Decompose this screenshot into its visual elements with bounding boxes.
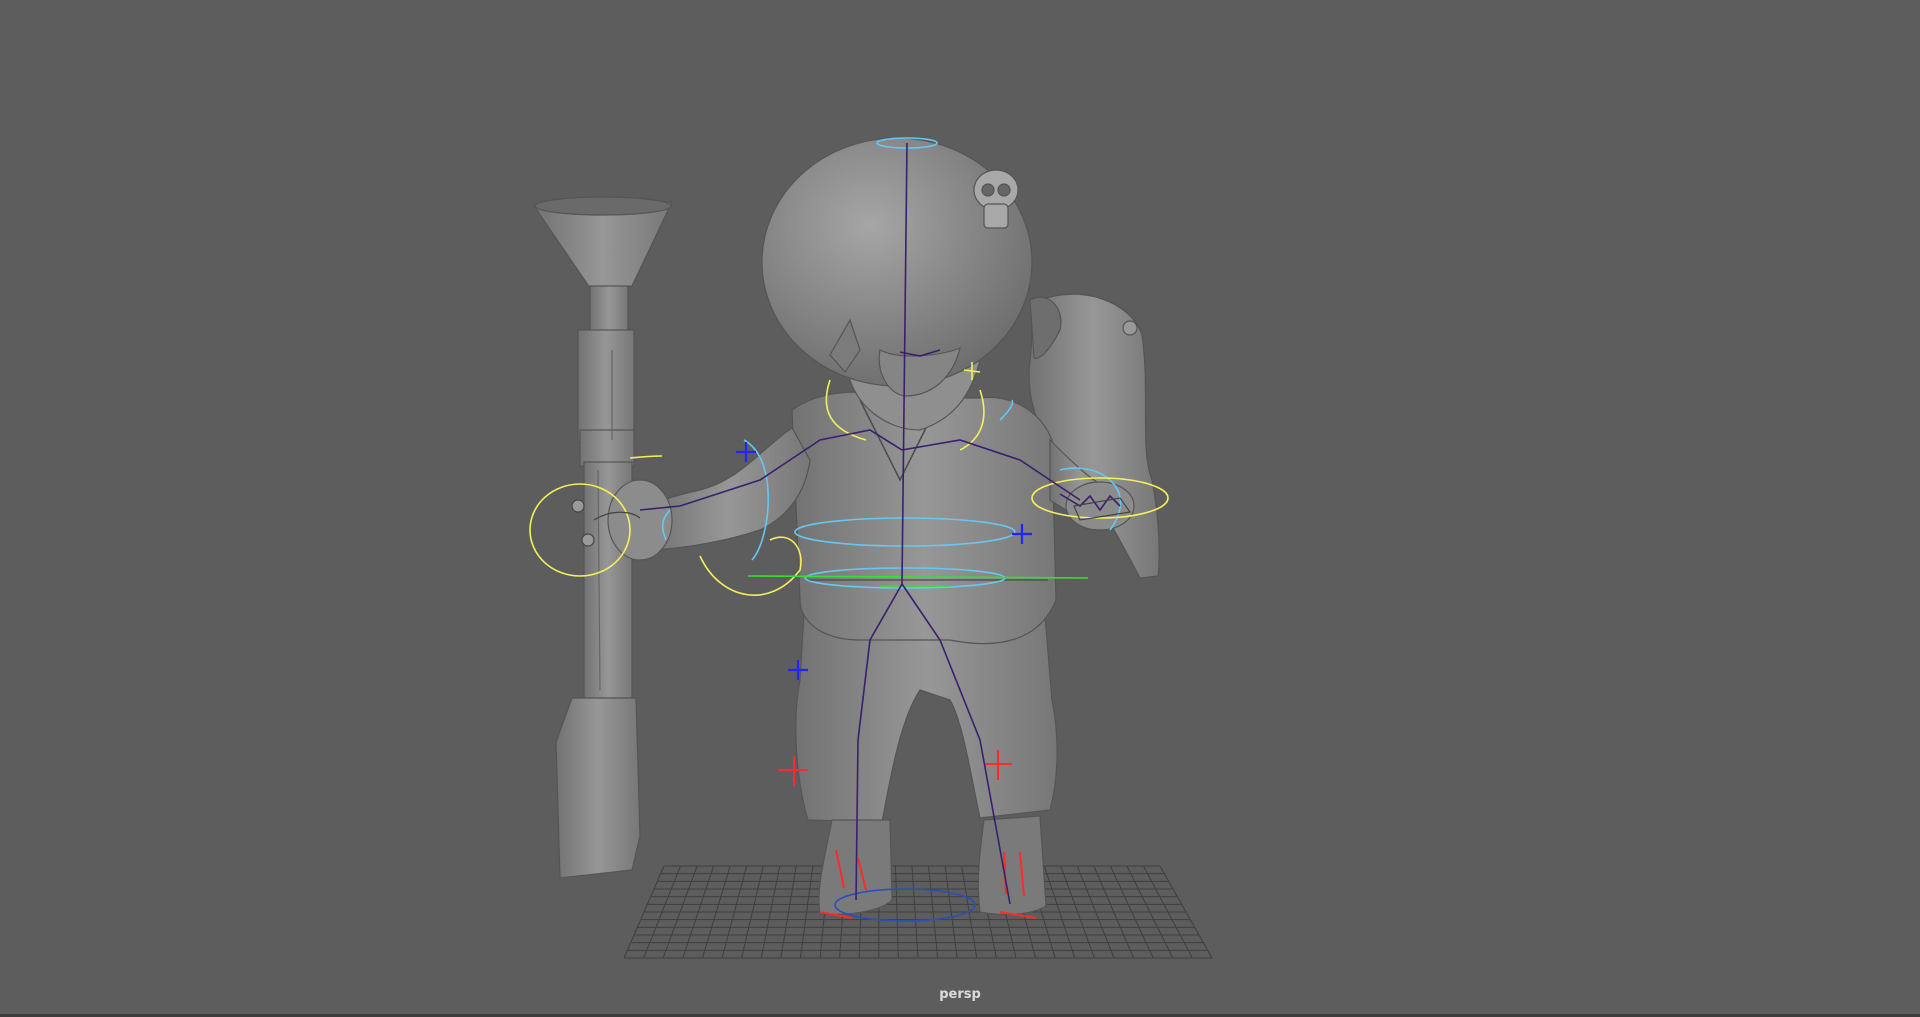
ground-grid (623, 865, 1213, 959)
perspective-viewport[interactable]: persp (0, 0, 1920, 1014)
camera-label: persp (939, 987, 981, 1002)
scene-canvas[interactable] (0, 0, 1920, 1014)
character-mesh[interactable] (607, 137, 1135, 916)
